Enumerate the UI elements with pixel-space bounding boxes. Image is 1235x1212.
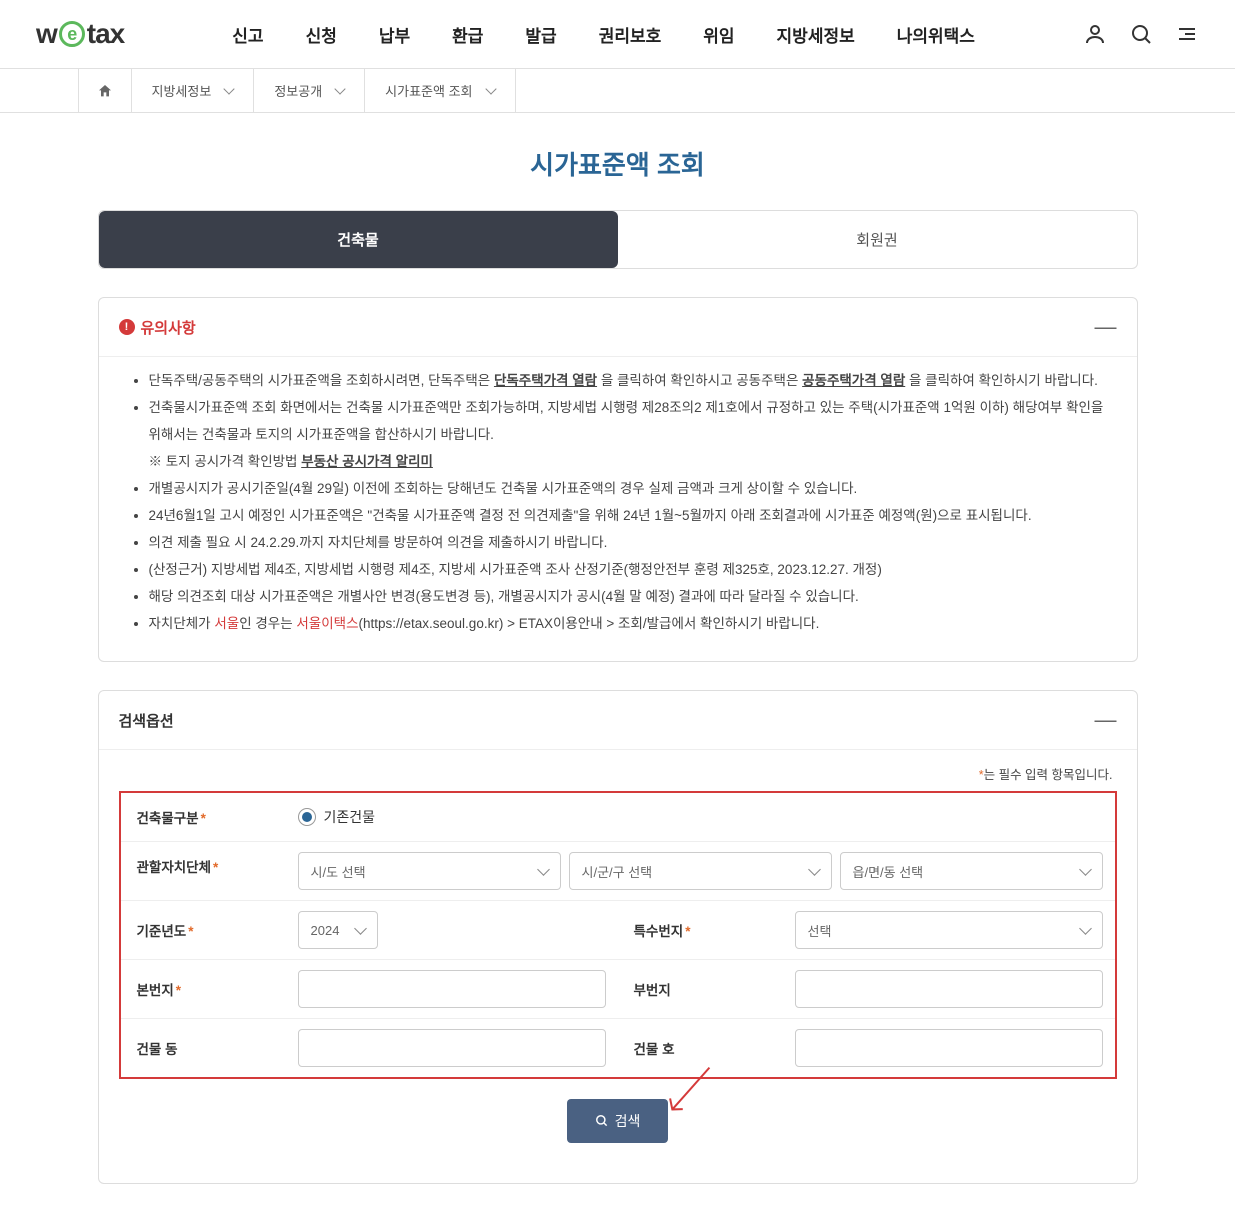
tab-membership[interactable]: 회원권 [618,211,1137,268]
input-building-ho[interactable] [795,1029,1103,1067]
collapse-button[interactable]: — [1095,314,1117,340]
input-building-dong[interactable] [298,1029,606,1067]
label-building-type: 건축물구분* [121,793,286,841]
breadcrumb-item-3[interactable]: 시가표준액 조회 [365,69,515,112]
notice-item: 해당 의견조회 대상 시가표준액은 개별사안 변경(용도변경 등), 개별공시지… [149,583,1107,610]
search-button[interactable]: 검색 [567,1099,669,1143]
input-sub-no[interactable] [795,970,1103,1008]
search-icon[interactable] [1129,22,1153,46]
chevron-down-icon [224,83,235,94]
nav-mywetax[interactable]: 나의위택스 [897,22,975,47]
notice-title-text: 유의사항 [141,317,196,338]
logo-e: e [59,21,85,47]
search-options-title: 검색옵션 [119,710,174,731]
collapse-button[interactable]: — [1095,707,1117,733]
radio-icon [298,808,316,826]
breadcrumb-label-1: 지방세정보 [152,81,212,100]
nav-singo[interactable]: 신고 [232,22,263,47]
logo-tax: tax [87,18,124,50]
link-apartment[interactable]: 공동주택가격 열람 [802,373,905,388]
select-eupmyeondong[interactable]: 읍/면/동 선택 [840,852,1103,890]
nav-gwonriboho[interactable]: 권리보호 [599,22,662,47]
menu-icon[interactable] [1175,22,1199,46]
radio-label: 기존건물 [324,807,376,827]
select-sido[interactable]: 시/도 선택 [298,852,561,890]
user-icon[interactable] [1083,22,1107,46]
alert-icon: ! [119,319,135,335]
nav-wiim[interactable]: 위임 [703,22,734,47]
breadcrumb-label-2: 정보공개 [274,81,322,100]
search-form: 건축물구분* 기존건물 관할자치단체* 시/도 선택 시/군/구 선택 읍/면/… [119,791,1117,1079]
notice-item: 개별공시지가 공시기준일(4월 29일) 이전에 조회하는 당해년도 건축물 시… [149,475,1107,502]
label-building-dong: 건물 동 [121,1024,286,1072]
notice-panel: ! 유의사항 — 단독주택/공동주택의 시가표준액을 조회하시려면, 단독주택은… [98,297,1138,662]
breadcrumb-home[interactable] [78,69,132,112]
chevron-down-icon [334,83,345,94]
search-panel: 검색옵션 — *는 필수 입력 항목입니다. 건축물구분* 기존건물 관할자치단… [98,690,1138,1184]
breadcrumb-label-3: 시가표준액 조회 [385,81,472,100]
notice-list: 단독주택/공동주택의 시가표준액을 조회하시려면, 단독주택은 단독주택가격 열… [129,367,1107,637]
nav-jibangse[interactable]: 지방세정보 [777,22,855,47]
select-year[interactable]: 2024 [298,911,378,949]
required-note: *는 필수 입력 항목입니다. [123,764,1113,783]
notice-item: 건축물시가표준액 조회 화면에서는 건축물 시가표준액만 조회가능하며, 지방세… [149,394,1107,475]
link-land-price[interactable]: 부동산 공시가격 알리미 [301,454,433,469]
nav-balgeub[interactable]: 발급 [525,22,556,47]
select-sigungu[interactable]: 시/군/구 선택 [569,852,832,890]
label-main-no: 본번지* [121,965,286,1013]
select-special-no[interactable]: 선택 [795,911,1103,949]
label-sub-no: 부번지 [618,965,783,1013]
search-button-label: 검색 [615,1111,641,1131]
input-main-no[interactable] [298,970,606,1008]
notice-item: 단독주택/공동주택의 시가표준액을 조회하시려면, 단독주택은 단독주택가격 열… [149,367,1107,394]
nav-nabbu[interactable]: 납부 [379,22,410,47]
notice-title: ! 유의사항 [119,317,196,338]
notice-item: 의견 제출 필요 시 24.2.29.까지 자치단체를 방문하여 의견을 제출하… [149,529,1107,556]
link-single-house[interactable]: 단독주택가격 열람 [494,373,597,388]
label-building-ho: 건물 호 [618,1024,783,1072]
label-special-no: 특수번지* [618,906,783,954]
breadcrumb-item-2[interactable]: 정보공개 [254,69,365,112]
logo[interactable]: w e tax [36,18,124,50]
search-icon [595,1114,609,1128]
notice-item: 자치단체가 서울인 경우는 서울이택스(https://etax.seoul.g… [149,610,1107,637]
tab-building[interactable]: 건축물 [99,211,618,268]
nav-sincheong[interactable]: 신청 [306,22,337,47]
page-title: 시가표준액 조회 [0,145,1235,182]
nav-hwangeub[interactable]: 환급 [452,22,483,47]
notice-item: (산정근거) 지방세법 제4조, 지방세법 시행령 제4조, 지방세 시가표준액… [149,556,1107,583]
category-tabs: 건축물 회원권 [98,210,1138,269]
label-authority: 관할자치단체* [121,842,286,900]
chevron-down-icon [485,83,496,94]
logo-w: w [36,18,57,50]
label-year: 기준년도* [121,906,286,954]
notice-item: 24년6월1일 고시 예정인 시가표준액은 "건축물 시가표준액 결정 전 의견… [149,502,1107,529]
breadcrumb-item-1[interactable]: 지방세정보 [132,69,255,112]
radio-existing-building[interactable]: 기존건물 [298,803,376,831]
main-nav: 신고 신청 납부 환급 발급 권리보호 위임 지방세정보 나의위택스 [232,22,975,47]
